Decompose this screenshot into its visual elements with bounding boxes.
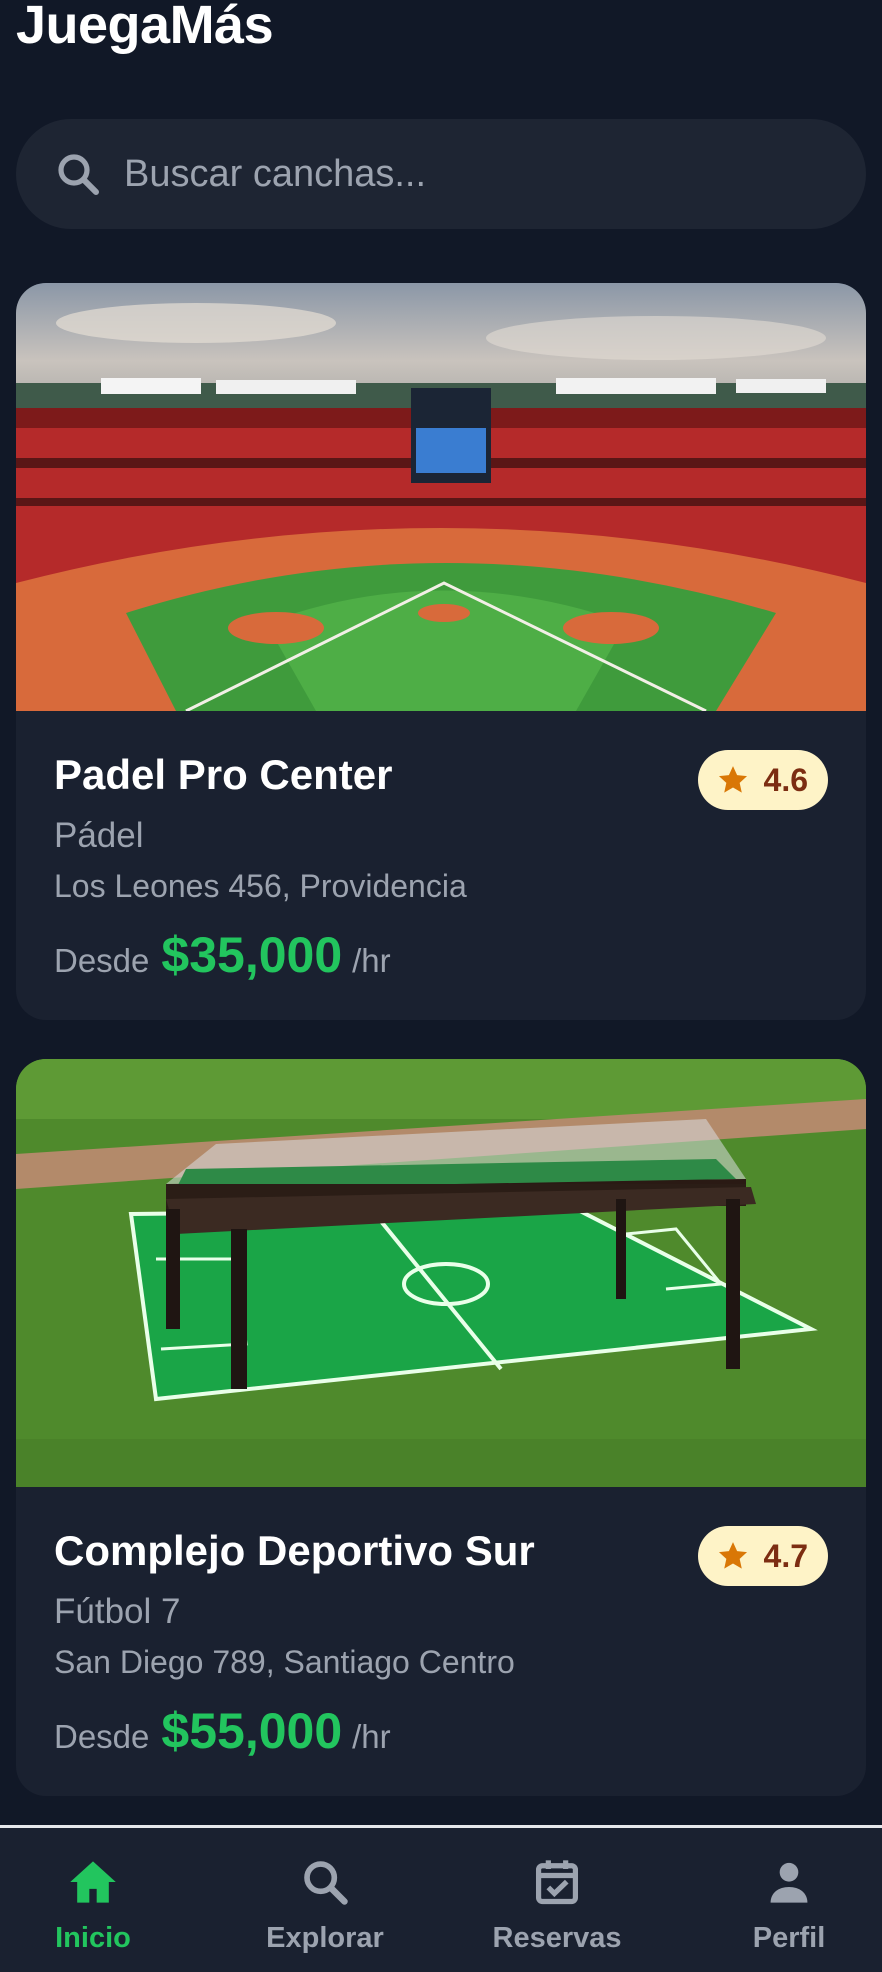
tab-label: Explorar bbox=[266, 1922, 384, 1954]
venue-photo bbox=[16, 283, 866, 711]
venue-price: Desde $35,000 /hr bbox=[54, 926, 391, 984]
app-screen: JuegaMás Buscar canchas... Padel Pro Cen… bbox=[0, 0, 882, 1972]
tab-reservas[interactable]: Reservas bbox=[467, 1828, 647, 1972]
price-amount: $55,000 bbox=[161, 1703, 343, 1759]
tab-perfil[interactable]: Perfil bbox=[699, 1828, 879, 1972]
search-bar[interactable] bbox=[16, 119, 866, 229]
venue-card[interactable]: Complejo Deportivo Sur 4.7 Fútbol 7 San … bbox=[16, 1059, 866, 1796]
tab-explorar[interactable]: Explorar bbox=[235, 1828, 415, 1972]
star-icon bbox=[716, 1539, 750, 1573]
price-prefix: Desde bbox=[54, 942, 150, 979]
rating-value: 4.7 bbox=[763, 1537, 808, 1574]
search-icon bbox=[50, 146, 106, 202]
search-input[interactable] bbox=[124, 152, 804, 196]
bottom-tab-bar: Inicio Explorar Reservas Perfil bbox=[0, 1825, 882, 1972]
rating-value: 4.6 bbox=[763, 761, 808, 798]
star-icon bbox=[716, 763, 750, 797]
venue-sport: Pádel bbox=[54, 816, 144, 855]
venue-name: Padel Pro Center bbox=[54, 751, 393, 798]
person-icon bbox=[763, 1856, 815, 1908]
venue-address: San Diego 789, Santiago Centro bbox=[54, 1644, 515, 1680]
price-unit: /hr bbox=[352, 942, 391, 979]
tab-label: Inicio bbox=[55, 1922, 131, 1954]
price-unit: /hr bbox=[352, 1718, 391, 1755]
tab-inicio[interactable]: Inicio bbox=[3, 1828, 183, 1972]
home-icon bbox=[67, 1856, 119, 1908]
search-icon bbox=[299, 1856, 351, 1908]
venue-photo bbox=[16, 1059, 866, 1487]
rating-badge: 4.6 bbox=[697, 750, 828, 810]
app-title: JuegaMás bbox=[16, 0, 274, 55]
rating-badge: 4.7 bbox=[697, 1526, 828, 1586]
tab-label: Reservas bbox=[492, 1922, 622, 1954]
price-amount: $35,000 bbox=[161, 927, 343, 983]
calendar-check-icon bbox=[531, 1856, 583, 1908]
venue-name: Complejo Deportivo Sur bbox=[54, 1527, 535, 1574]
tab-label: Perfil bbox=[752, 1922, 826, 1954]
venue-address: Los Leones 456, Providencia bbox=[54, 868, 467, 904]
venue-price: Desde $55,000 /hr bbox=[54, 1702, 391, 1760]
venue-sport: Fútbol 7 bbox=[54, 1592, 181, 1631]
venue-card[interactable]: Padel Pro Center 4.6 Pádel Los Leones 45… bbox=[16, 283, 866, 1020]
price-prefix: Desde bbox=[54, 1718, 150, 1755]
